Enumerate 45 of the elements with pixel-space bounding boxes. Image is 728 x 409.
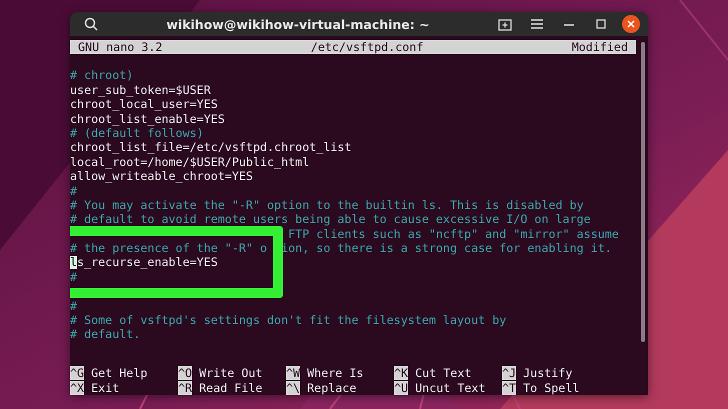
shortcut-label[interactable]: Exit [91, 380, 120, 395]
shortcut-key: ^W [286, 366, 300, 380]
close-button[interactable] [622, 15, 640, 33]
config-line: user_sub_token=$USER [70, 82, 211, 97]
window-title: wikihow@wikihow-virtual-machine: ~ [165, 16, 431, 32]
comment-line: # [70, 184, 78, 198]
shortcut-label[interactable]: Uncut Text [415, 380, 486, 395]
close-icon [627, 20, 635, 28]
shortcut-key: ^K [394, 366, 408, 380]
shortcut-label[interactable]: To Spell [523, 380, 580, 395]
shortcut-label[interactable]: Write Out [199, 366, 262, 380]
file-name: /etc/vsftpd.conf [310, 40, 424, 54]
comment-line: # default to avoid remote users being able to cause excessive I/O on large [70, 212, 591, 226]
config-line: local_root=/home/$USER/Public_html [70, 154, 310, 169]
shortcut-label[interactable]: Get Help [91, 366, 148, 380]
comment-line: # (default follows) [70, 126, 204, 140]
comment-line: # default. [70, 327, 140, 342]
comment-line: # [70, 298, 78, 313]
shortcut-label[interactable]: Cut Text [415, 366, 472, 380]
shortcut-label[interactable]: Justify [523, 366, 572, 380]
shortcut-label[interactable]: Where Is [307, 366, 364, 380]
comment-line: FTP clients such as "ncftp" and "mirror" assume [288, 226, 619, 241]
shortcut-label[interactable]: Read File [199, 380, 262, 395]
comment-line: # chroot) [70, 68, 134, 82]
comment-line: # [70, 270, 78, 284]
shortcut-key: ^R [178, 380, 192, 395]
file-status: Modified [572, 40, 628, 54]
comment-line: # You may activate the "-R" option to the builtin ls. This is disabled by [70, 198, 584, 212]
comment-line: # Some of vsftpd's settings don't fit the filesystem layout by [70, 313, 506, 328]
comment-line: # the presence of the "-R" o [70, 241, 268, 256]
app-version: GNU nano 3.2 [78, 40, 162, 54]
config-line: chroot_list_enable=YES [70, 112, 225, 126]
shortcut-key: ^G [70, 366, 84, 380]
scrollbar[interactable] [641, 42, 645, 342]
shortcut-key: ^\ [286, 380, 300, 395]
config-line: allow_writeable_chroot=YES [70, 169, 253, 184]
comment-line: ion, so there is a strong case for enabling it. [281, 241, 612, 256]
shortcut-key: ^J [502, 366, 516, 380]
shortcut-key: ^X [70, 380, 84, 395]
shortcut-key: ^O [178, 366, 192, 380]
shortcut-key: ^U [394, 380, 408, 395]
shortcut-label[interactable]: Replace [307, 380, 356, 395]
config-line: chroot_list_file=/etc/vsftpd.chroot_list [70, 140, 352, 154]
shortcut-key: ^T [502, 380, 516, 395]
config-line: chroot_local_user=YES [70, 97, 218, 112]
